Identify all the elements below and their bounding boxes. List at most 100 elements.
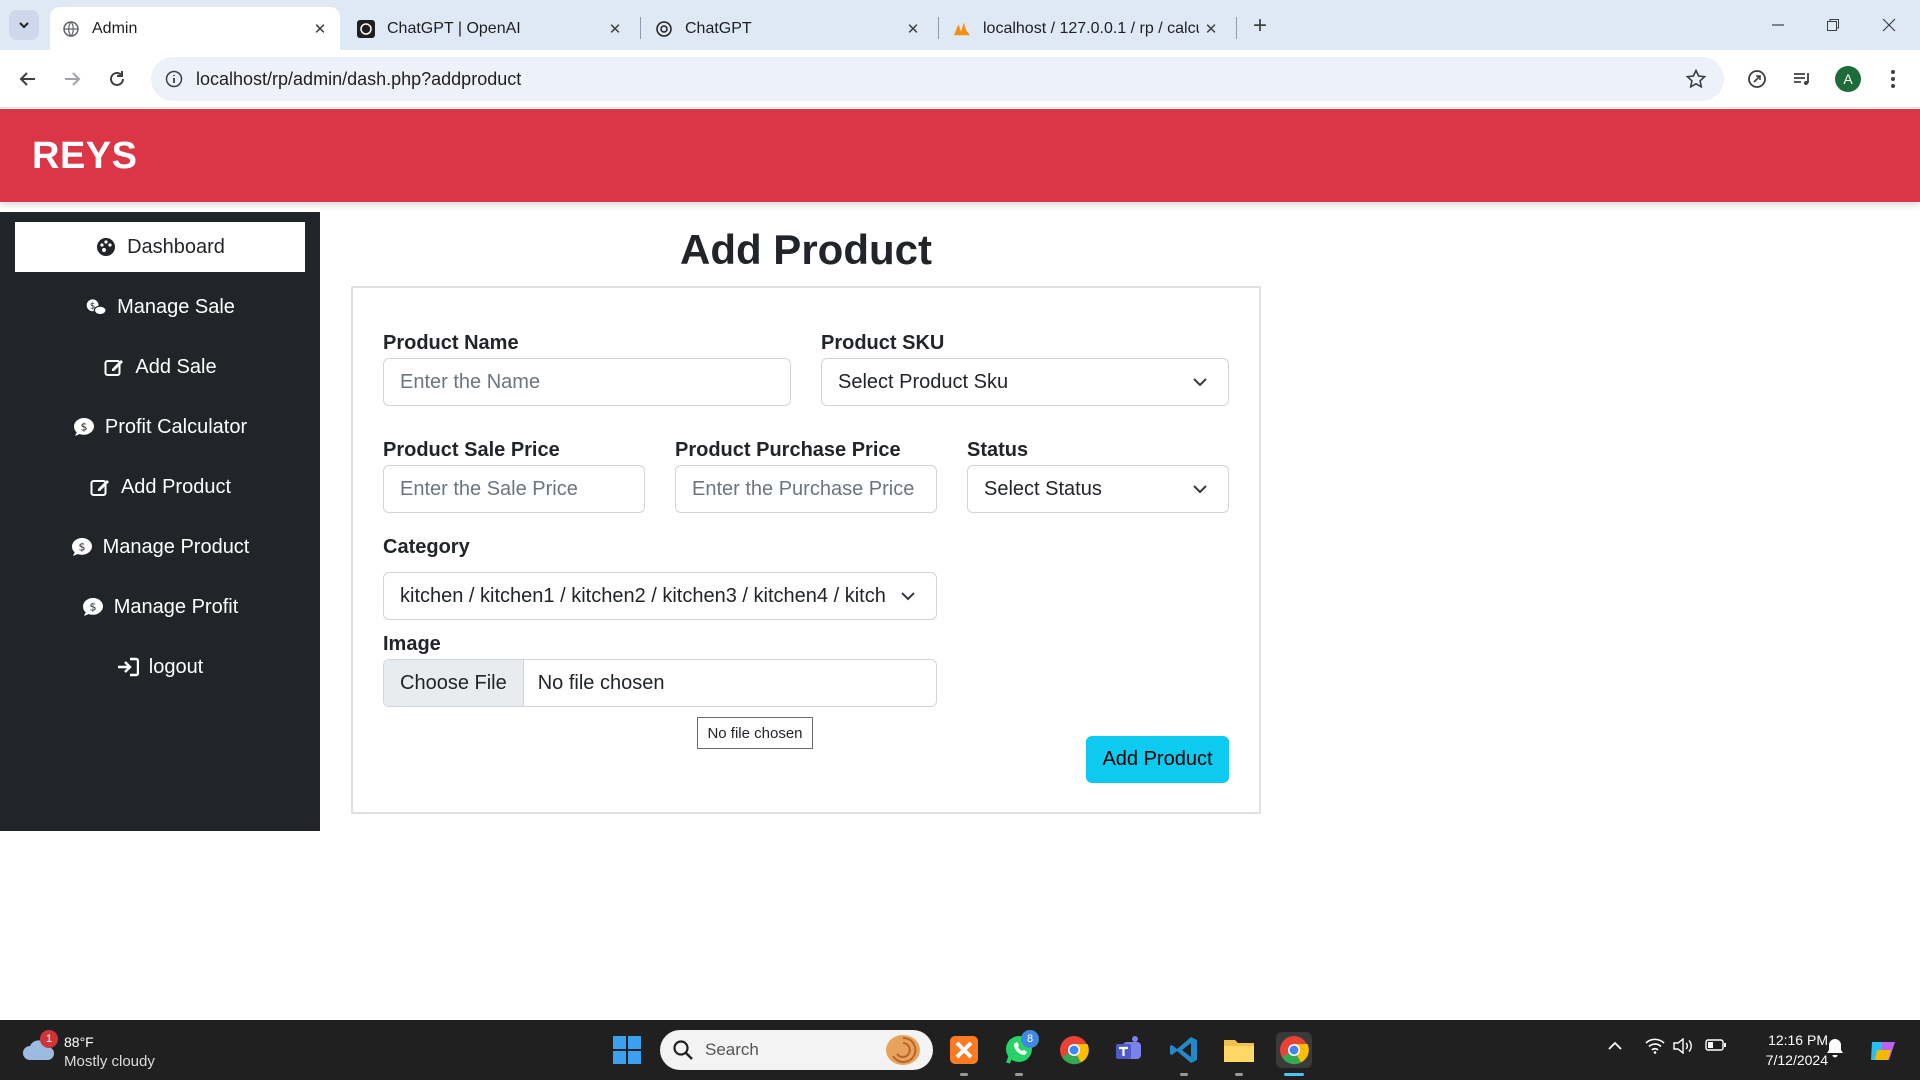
- weather-temp: 88°F: [64, 1034, 94, 1050]
- windows-taskbar: 1 88°F Mostly cloudy Search 12:16 PM 7/1…: [0, 1020, 1920, 1080]
- image-file-input[interactable]: Choose File No file chosen: [383, 659, 937, 707]
- teams-icon[interactable]: [1111, 1032, 1147, 1068]
- close-icon[interactable]: ✕: [603, 17, 627, 41]
- sidebar-item-label: Manage Profit: [113, 595, 239, 618]
- clock-date: 7/12/2024: [1765, 1052, 1828, 1068]
- copilot-icon[interactable]: [1866, 1038, 1900, 1064]
- page-title: Add Product: [680, 226, 932, 273]
- reload-button[interactable]: [102, 64, 132, 94]
- svg-text:$: $: [89, 601, 96, 614]
- product-name-label: Product Name: [383, 332, 519, 354]
- profile-avatar[interactable]: A: [1835, 66, 1861, 92]
- sidebar-item-profit-calculator[interactable]: $ Profit Calculator: [15, 402, 305, 452]
- status-value: Select Status: [984, 477, 1102, 500]
- battery-icon[interactable]: [1704, 1038, 1728, 1052]
- dollar-comment-icon: $: [71, 536, 93, 558]
- nautilus-shell-icon: [886, 1035, 920, 1065]
- chevron-down-icon: [896, 584, 920, 608]
- sidebar-item-add-sale[interactable]: Add Sale: [15, 342, 305, 392]
- menu-kebab-icon[interactable]: [1878, 64, 1908, 94]
- sidebar-item-label: Manage Sale: [117, 295, 235, 318]
- taskbar-search[interactable]: Search: [660, 1030, 933, 1070]
- sidebar-item-add-product[interactable]: Add Product: [15, 462, 305, 512]
- address-bar[interactable]: localhost/rp/admin/dash.php?addproduct: [151, 57, 1724, 101]
- close-icon[interactable]: ✕: [901, 17, 925, 41]
- new-tab-button[interactable]: +: [1246, 12, 1274, 40]
- minimize-button[interactable]: [1755, 8, 1801, 42]
- reload-icon: [110, 71, 124, 86]
- tab-separator: [938, 17, 939, 39]
- close-icon[interactable]: ✕: [1199, 17, 1223, 41]
- add-product-button[interactable]: Add Product: [1086, 736, 1229, 783]
- close-icon[interactable]: ✕: [308, 17, 332, 41]
- sign-in-icon: [117, 656, 139, 678]
- sidebar-item-label: Dashboard: [127, 235, 225, 258]
- openai-icon: [655, 20, 673, 38]
- media-queue-icon[interactable]: [1787, 64, 1817, 94]
- search-icon: [673, 1040, 693, 1060]
- sidebar-item-label: Manage Product: [102, 535, 250, 558]
- restore-button[interactable]: [1810, 8, 1856, 42]
- tab-phpmyadmin[interactable]: localhost / 127.0.0.1 / rp / calcu ✕: [941, 7, 1231, 50]
- category-select[interactable]: kitchen / kitchen1 / kitchen2 / kitchen3…: [383, 572, 937, 620]
- edit-icon: [103, 356, 125, 378]
- dollar-comment-icon: $: [82, 596, 104, 618]
- status-select[interactable]: Select Status: [967, 465, 1229, 513]
- info-icon[interactable]: [163, 68, 185, 90]
- tab-admin[interactable]: Admin ✕: [50, 7, 340, 50]
- sidebar-item-manage-profit[interactable]: $ Manage Profit: [15, 582, 305, 632]
- sidebar-item-dashboard[interactable]: Dashboard: [15, 222, 305, 272]
- choose-file-button[interactable]: Choose File: [384, 660, 524, 706]
- weather-condition: Mostly cloudy: [64, 1053, 155, 1070]
- system-clock[interactable]: 12:16 PM 7/12/2024: [1736, 1030, 1828, 1070]
- arrow-left-icon: [19, 72, 35, 86]
- notification-bell-icon[interactable]: [1824, 1038, 1846, 1058]
- sidebar-item-manage-sale[interactable]: $ Manage Sale: [15, 282, 305, 332]
- running-indicator: [1235, 1073, 1243, 1076]
- search-placeholder: Search: [705, 1040, 759, 1059]
- file-tooltip: No file chosen: [697, 717, 813, 749]
- back-button[interactable]: [13, 64, 43, 94]
- chevron-down-icon: [1188, 370, 1212, 394]
- vscode-icon[interactable]: [1166, 1032, 1202, 1068]
- brand-logo[interactable]: REYS: [32, 135, 137, 178]
- tab-chatgpt-openai[interactable]: ChatGPT | OpenAI ✕: [345, 7, 635, 50]
- whatsapp-badge: 8: [1021, 1030, 1039, 1048]
- sidebar-item-label: logout: [148, 655, 204, 678]
- app-header: REYS: [0, 109, 1920, 202]
- running-indicator: [1015, 1073, 1023, 1076]
- wifi-icon[interactable]: [1643, 1038, 1667, 1054]
- svg-text:$: $: [80, 421, 87, 434]
- file-explorer-icon[interactable]: [1221, 1032, 1257, 1068]
- tab-chatgpt[interactable]: ChatGPT ✕: [643, 7, 933, 50]
- star-icon[interactable]: [1684, 67, 1708, 91]
- product-name-input[interactable]: Enter the Name: [383, 358, 791, 406]
- chrome-icon[interactable]: [1056, 1032, 1092, 1068]
- chrome-active-icon[interactable]: [1276, 1032, 1312, 1068]
- status-label: Status: [967, 439, 1029, 461]
- tab-separator: [640, 17, 641, 39]
- close-window-button[interactable]: [1866, 8, 1912, 42]
- openai-icon: [357, 19, 375, 38]
- forward-button[interactable]: [57, 64, 87, 94]
- product-sku-select[interactable]: Select Product Sku: [821, 358, 1229, 406]
- dollar-comment-icon: $: [73, 416, 95, 438]
- xampp-icon[interactable]: [946, 1032, 982, 1068]
- extension-icon[interactable]: [1742, 64, 1772, 94]
- chevron-up-icon[interactable]: [1604, 1038, 1626, 1054]
- category-value: kitchen / kitchen1 / kitchen2 / kitchen3…: [400, 584, 886, 607]
- sidebar-item-logout[interactable]: logout: [15, 642, 305, 692]
- sidebar-item-manage-product[interactable]: $ Manage Product: [15, 522, 305, 572]
- volume-icon[interactable]: [1672, 1038, 1696, 1054]
- sale-price-input[interactable]: Enter the Sale Price: [383, 465, 645, 513]
- purchase-price-input[interactable]: Enter the Purchase Price: [675, 465, 937, 513]
- product-sku-value: Select Product Sku: [838, 370, 1009, 393]
- tab-search-button[interactable]: [9, 10, 39, 40]
- purchase-price-placeholder: Enter the Purchase Price: [692, 477, 915, 500]
- sale-price-placeholder: Enter the Sale Price: [400, 477, 578, 500]
- weather-widget[interactable]: 1 88°F Mostly cloudy: [20, 1028, 170, 1072]
- image-label: Image: [383, 633, 441, 655]
- edit-icon: [89, 476, 111, 498]
- windows-start-icon[interactable]: [609, 1032, 645, 1068]
- coins-icon: $: [85, 296, 107, 318]
